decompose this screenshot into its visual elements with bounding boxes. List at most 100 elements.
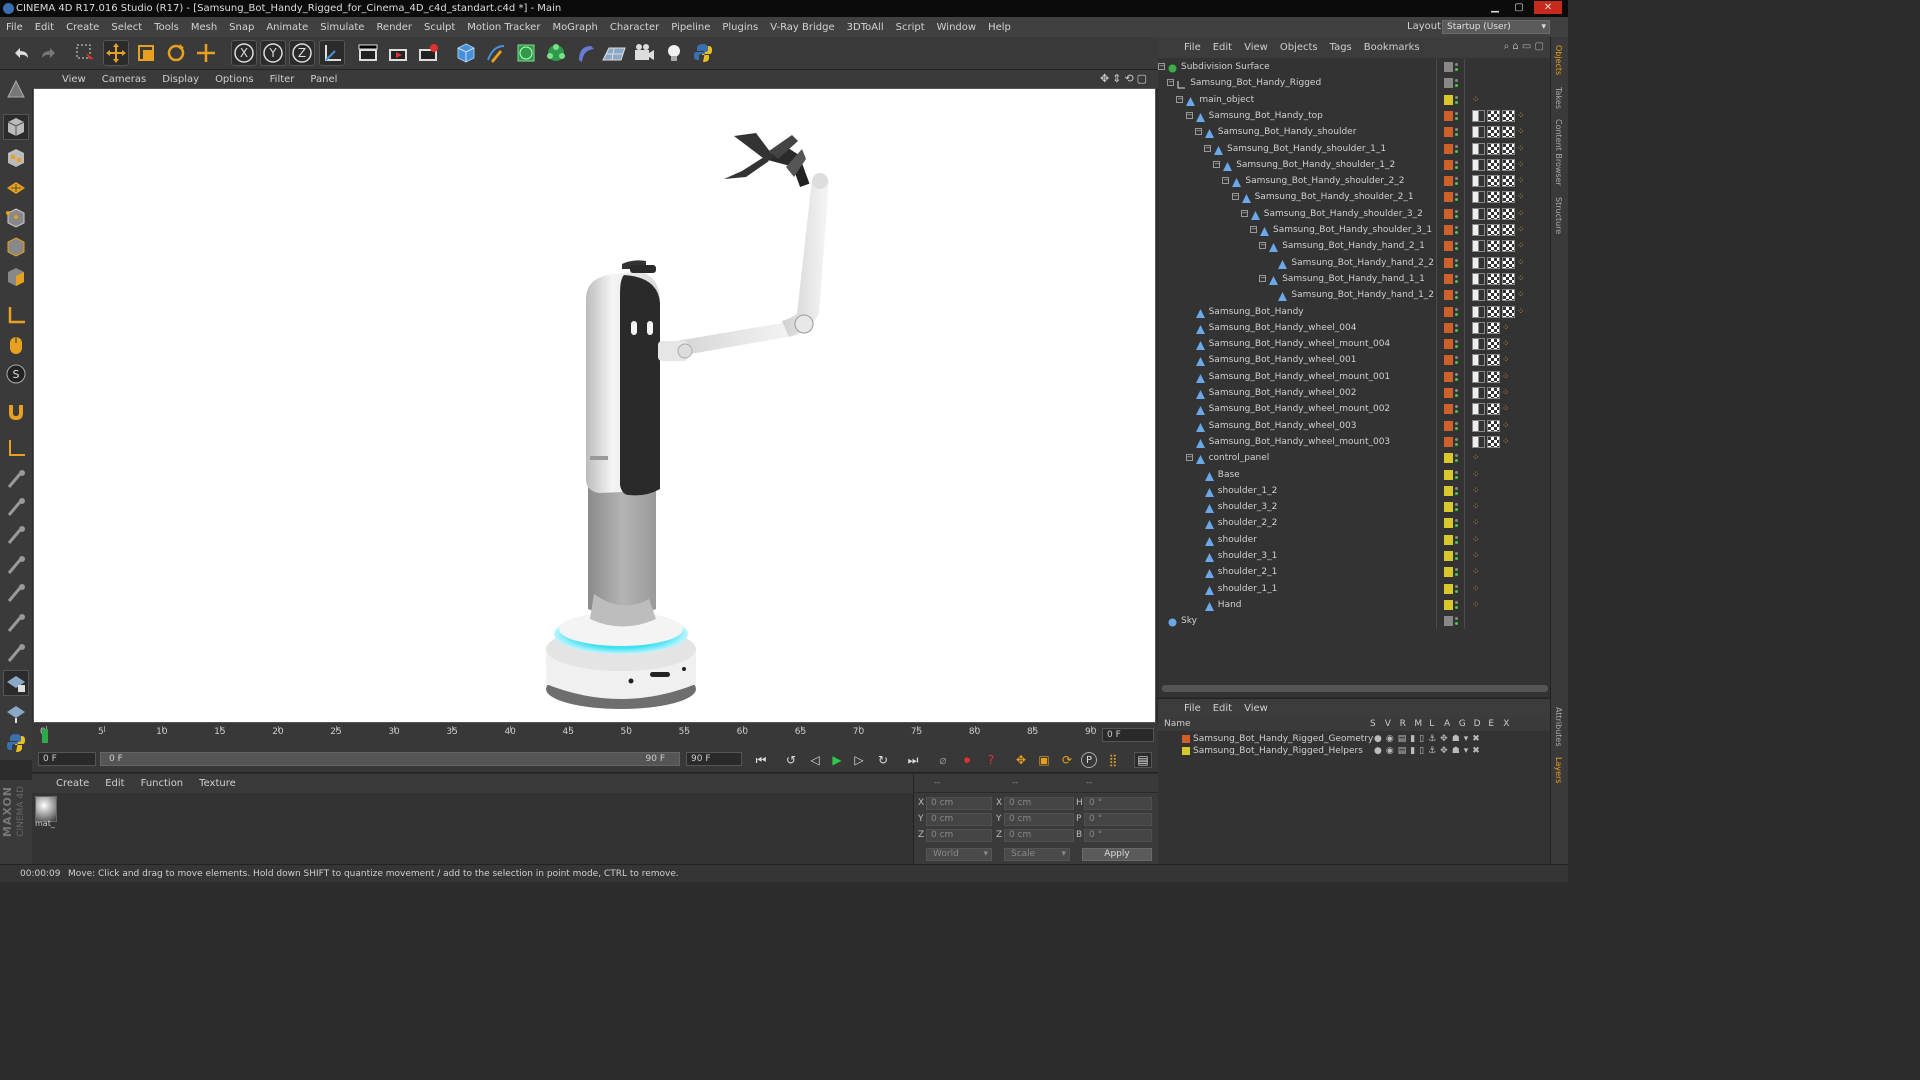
layer-color-swatch[interactable] (1444, 436, 1453, 447)
record-keys-button[interactable]: ⌀ (934, 752, 952, 768)
viewport-menu-panel[interactable]: Panel (302, 74, 345, 85)
uvw-tag-icon[interactable] (1502, 175, 1515, 188)
menu-file[interactable]: File (0, 22, 29, 33)
layer-color-swatch[interactable] (1444, 485, 1453, 496)
key-scale-button[interactable]: ▣ (1035, 752, 1053, 768)
visibility-dots-icon[interactable] (1455, 225, 1459, 235)
menu-animate[interactable]: Animate (260, 22, 314, 33)
layer-color-swatch[interactable] (1444, 127, 1453, 138)
expand-toggle-icon[interactable]: − (1176, 95, 1184, 103)
object-row[interactable]: − Samsung_Bot_Handy_Rigged (1158, 75, 1550, 91)
ik-tag-icon[interactable]: ⁘ (1472, 501, 1485, 513)
menu-mograph[interactable]: MoGraph (546, 22, 603, 33)
expand-toggle-icon[interactable]: − (1259, 274, 1267, 282)
menu-tools[interactable]: Tools (148, 22, 185, 33)
menu-create[interactable]: Create (60, 22, 105, 33)
texture-tag-icon[interactable] (1487, 354, 1500, 367)
visibility-dots-icon[interactable] (1455, 567, 1459, 577)
layer-color-swatch[interactable] (1444, 159, 1453, 170)
layer-color-swatch[interactable] (1444, 599, 1453, 610)
next-frame-button[interactable]: ▷ (850, 752, 868, 768)
layer-color-swatch[interactable] (1444, 241, 1453, 252)
texture-tag-icon[interactable] (1487, 289, 1500, 302)
material-tag-icon[interactable] (1472, 126, 1485, 139)
menu-edit[interactable]: Edit (29, 22, 60, 33)
ik-tag-icon[interactable]: ⁘ (1517, 126, 1530, 138)
expand-toggle-icon[interactable]: − (1204, 144, 1211, 152)
material-tag-icon[interactable] (1472, 370, 1485, 383)
goto-start-button[interactable]: ⏮ (752, 752, 770, 768)
visibility-dots-icon[interactable] (1455, 127, 1459, 137)
python-button[interactable] (690, 40, 716, 66)
expand-toggle-icon[interactable]: − (1167, 79, 1175, 87)
material-tag-icon[interactable] (1472, 191, 1485, 204)
ik-tag-icon[interactable]: ⁘ (1472, 94, 1485, 106)
position-field[interactable]: 0 cm (926, 829, 992, 842)
object-menu-bookmarks[interactable]: Bookmarks (1358, 42, 1426, 53)
layer-menu-file[interactable]: File (1178, 703, 1207, 714)
layer-color-swatch[interactable] (1444, 208, 1453, 219)
material-tag-icon[interactable] (1472, 175, 1485, 188)
material-tag-icon[interactable] (1472, 354, 1485, 367)
uvw-tag-icon[interactable] (1502, 240, 1515, 253)
ik-tag-icon[interactable]: ⁘ (1502, 387, 1515, 399)
ik-tag-icon[interactable]: ⁘ (1517, 159, 1530, 171)
right-tab-attributes[interactable]: Attributes (1554, 707, 1563, 747)
visibility-dots-icon[interactable] (1455, 502, 1459, 512)
material-tag-icon[interactable] (1472, 338, 1485, 351)
playhead[interactable] (42, 729, 48, 743)
material-tag-icon[interactable] (1472, 109, 1485, 122)
visibility-dots-icon[interactable] (1455, 192, 1459, 202)
layer-column-l[interactable]: L (1429, 718, 1434, 731)
visibility-dots-icon[interactable] (1455, 176, 1459, 186)
position-field[interactable]: 0 cm (926, 797, 992, 810)
layer-column-m[interactable]: M (1414, 718, 1422, 731)
menu-motion-tracker[interactable]: Motion Tracker (461, 22, 546, 33)
workplane-button[interactable] (3, 435, 29, 461)
texture-tag-icon[interactable] (1487, 305, 1500, 318)
layer-color-swatch[interactable] (1444, 192, 1453, 203)
visibility-dots-icon[interactable] (1455, 95, 1459, 105)
layer-color-swatch[interactable] (1444, 469, 1453, 480)
ik-tag-icon[interactable]: ⁘ (1502, 371, 1515, 383)
home-icon[interactable]: ⌂ (1512, 41, 1518, 52)
object-row[interactable]: Base ⁘ (1158, 467, 1550, 483)
layer-column-g[interactable]: G (1459, 718, 1466, 731)
ik-tag-icon[interactable]: ⁘ (1517, 143, 1530, 155)
texture-tag-icon[interactable] (1487, 419, 1500, 432)
object-row[interactable]: − Samsung_Bot_Handy_shoulder_2_1 ⁘ (1158, 189, 1550, 205)
next-key-button[interactable]: ↻ (874, 752, 892, 768)
ik-tag-icon[interactable]: ⁘ (1517, 175, 1530, 187)
object-row[interactable]: − Samsung_Bot_Handy_hand_1_1 ⁘ (1158, 271, 1550, 287)
layer-color-swatch[interactable] (1444, 225, 1453, 235)
model-mode-button[interactable] (3, 114, 29, 140)
rotation-field[interactable]: 0 ° (1084, 829, 1152, 842)
menu-script[interactable]: Script (890, 22, 931, 33)
ik-tag-icon[interactable]: ⁘ (1502, 420, 1515, 432)
play-button[interactable]: ▶ (828, 752, 846, 768)
expand-toggle-icon[interactable]: − (1194, 128, 1202, 136)
right-tab-structure[interactable]: Structure (1554, 197, 1563, 234)
object-row[interactable]: Samsung_Bot_Handy ⁘ (1158, 304, 1550, 320)
layer-menu-view[interactable]: View (1238, 703, 1274, 714)
object-row[interactable]: − Samsung_Bot_Handy_shoulder ⁘ (1158, 124, 1550, 140)
object-row[interactable]: shoulder_1_2 ⁘ (1158, 483, 1550, 499)
expand-toggle-icon[interactable]: − (1240, 209, 1248, 217)
subdivision-button[interactable] (513, 40, 539, 66)
visibility-dots-icon[interactable] (1455, 111, 1459, 121)
uvw-tag-icon[interactable] (1502, 126, 1515, 139)
texture-tag-icon[interactable] (1487, 175, 1500, 188)
visibility-dots-icon[interactable] (1455, 323, 1459, 333)
layer-column-d[interactable]: D (1474, 718, 1481, 731)
ik-tag-icon[interactable]: ⁘ (1472, 566, 1485, 578)
object-row[interactable]: − Samsung_Bot_Handy_shoulder_1_2 ⁘ (1158, 157, 1550, 173)
layer-color-swatch[interactable] (1444, 143, 1453, 154)
layer-column-r[interactable]: R (1400, 718, 1406, 731)
object-row[interactable]: Samsung_Bot_Handy_wheel_mount_003 ⁘ (1158, 434, 1550, 450)
object-row[interactable]: shoulder_2_2 ⁘ (1158, 515, 1550, 531)
ik-tag-icon[interactable]: ⁘ (1517, 224, 1530, 236)
keyframe-selection-button[interactable]: ? (982, 752, 1000, 768)
uvw-tag-icon[interactable] (1502, 142, 1515, 155)
brush-tool-4[interactable] (3, 552, 29, 578)
layer-color-swatch[interactable] (1444, 94, 1453, 105)
